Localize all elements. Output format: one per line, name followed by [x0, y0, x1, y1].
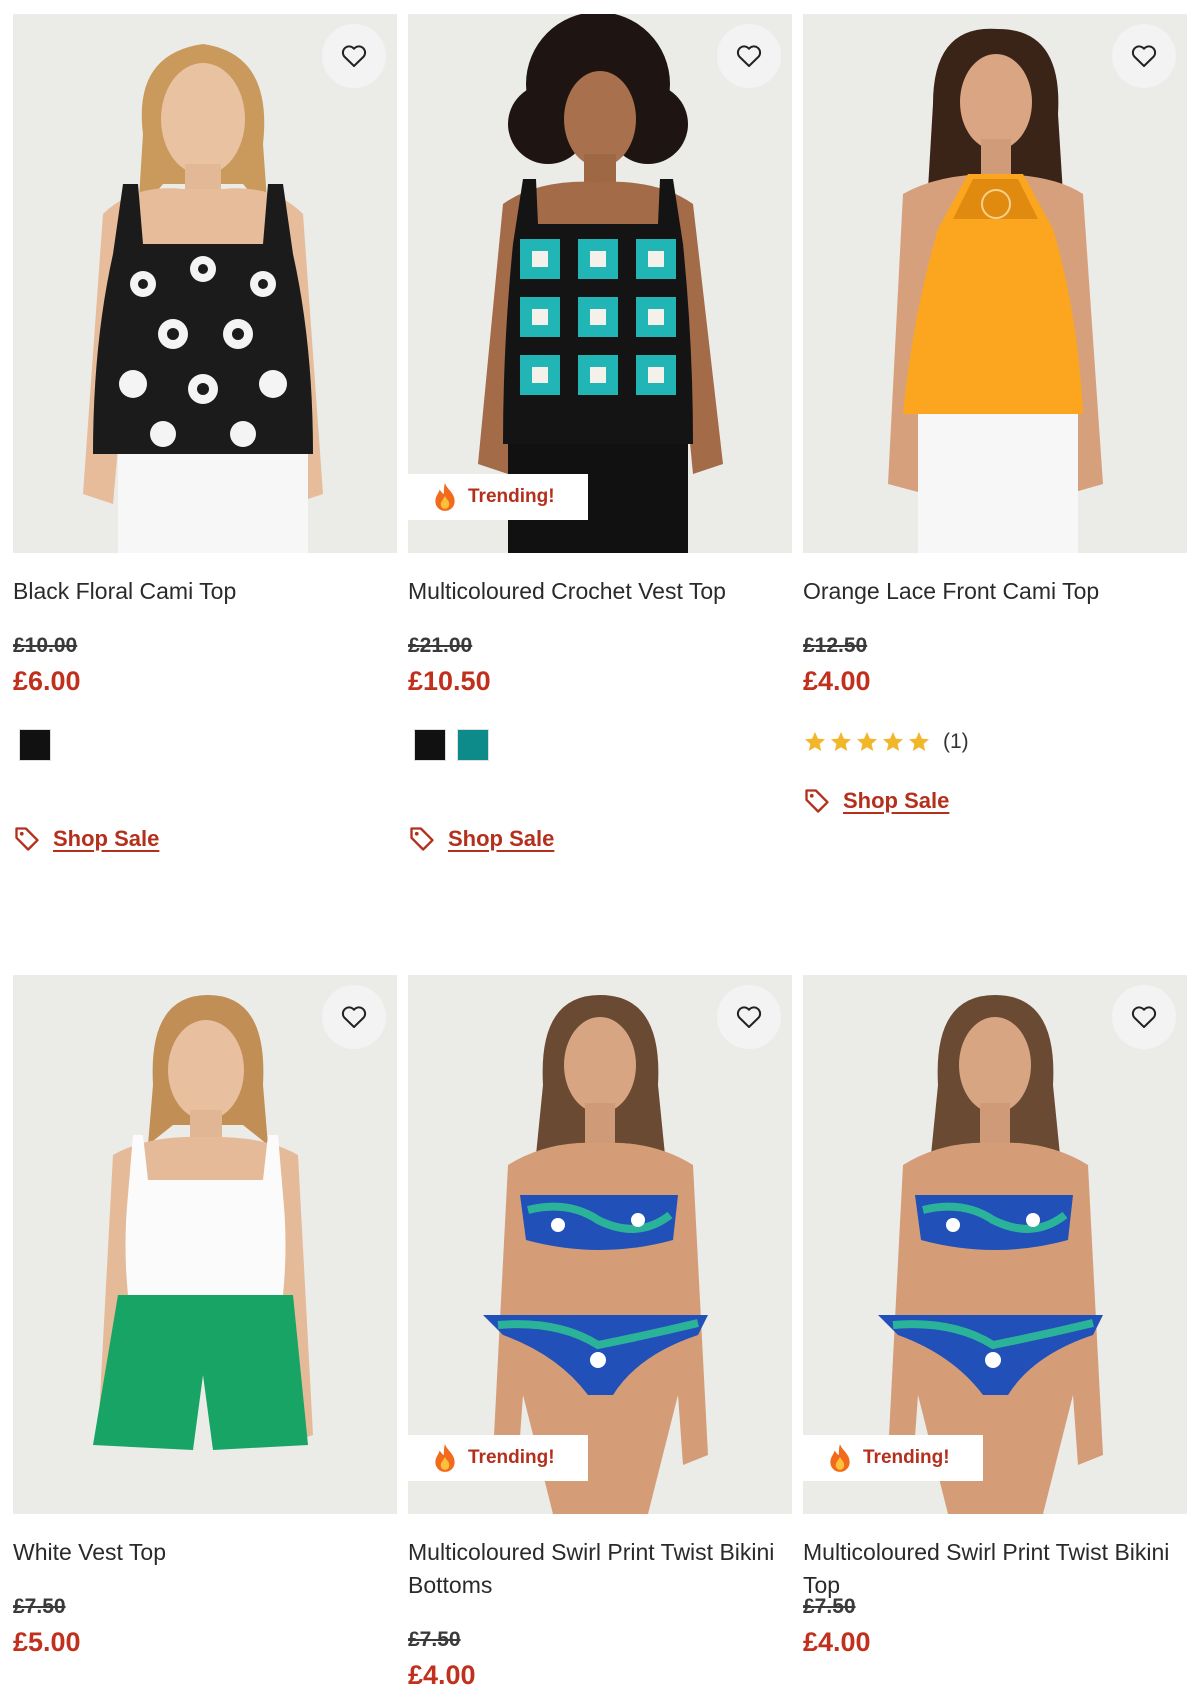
product-photo	[13, 975, 397, 1514]
swatch-black[interactable]	[19, 729, 51, 761]
product-photo	[803, 975, 1187, 1514]
heart-icon	[736, 45, 762, 67]
star-icon	[909, 732, 929, 751]
product-grid: Black Floral Cami Top £10.00 £6.00 Shop …	[0, 0, 1200, 1695]
flame-icon	[435, 1444, 455, 1472]
star-icon	[857, 732, 877, 751]
wishlist-button[interactable]	[717, 24, 781, 88]
trending-badge: Trending!	[408, 1435, 588, 1481]
product-image[interactable]	[13, 975, 397, 1514]
wishlist-button[interactable]	[1112, 24, 1176, 88]
product-card[interactable]: Trending! Multicoloured Crochet Vest Top…	[408, 14, 792, 853]
product-card[interactable]: Trending! Multicoloured Swirl Print Twis…	[408, 975, 792, 1693]
star-icon	[831, 732, 851, 751]
wishlist-button[interactable]	[717, 985, 781, 1049]
trending-badge: Trending!	[408, 474, 588, 520]
was-price: £12.50	[803, 634, 868, 657]
was-price: £7.50	[803, 1595, 856, 1618]
price-tag-icon	[410, 827, 434, 851]
was-price: £7.50	[13, 1595, 66, 1618]
shop-sale-label: Shop Sale	[448, 826, 555, 851]
star-icon	[805, 732, 825, 751]
swatch-teal[interactable]	[457, 729, 489, 761]
product-title[interactable]: Black Floral Cami Top	[13, 575, 397, 608]
wishlist-button[interactable]	[322, 24, 386, 88]
product-image[interactable]: Trending!	[408, 14, 792, 553]
star-icon	[883, 732, 903, 751]
shop-sale-label: Shop Sale	[843, 788, 950, 813]
flame-icon	[830, 1444, 850, 1472]
shop-sale-link[interactable]: Shop Sale	[803, 787, 1187, 815]
price-tag-icon	[805, 789, 829, 813]
sale-price: £10.50	[408, 666, 491, 696]
rating-count: (1)	[943, 730, 969, 753]
sale-price: £6.00	[13, 666, 81, 696]
shop-sale-link[interactable]: Shop Sale	[13, 825, 397, 853]
product-image[interactable]	[803, 14, 1187, 553]
trending-label: Trending!	[468, 1447, 555, 1468]
colour-swatches	[408, 729, 792, 761]
sale-price: £4.00	[803, 1627, 871, 1657]
product-card[interactable]: White Vest Top £7.50 £5.00	[13, 975, 397, 1660]
star-rating[interactable]: (1)	[803, 727, 1187, 757]
product-title[interactable]: White Vest Top	[13, 1536, 397, 1569]
heart-icon	[341, 45, 367, 67]
shop-sale-label: Shop Sale	[53, 826, 160, 851]
product-title[interactable]: Multicoloured Swirl Print Twist Bikini T…	[803, 1536, 1187, 1598]
flame-icon	[435, 483, 455, 511]
product-card[interactable]: Black Floral Cami Top £10.00 £6.00 Shop …	[13, 14, 397, 853]
was-price: £7.50	[408, 1628, 461, 1651]
product-card[interactable]: Trending! Multicoloured Swirl Print Twis…	[803, 975, 1187, 1660]
wishlist-button[interactable]	[1112, 985, 1176, 1049]
trending-label: Trending!	[468, 486, 555, 507]
sale-price: £5.00	[13, 1627, 81, 1657]
product-image[interactable]	[13, 14, 397, 553]
product-photo	[408, 14, 792, 553]
wishlist-button[interactable]	[322, 985, 386, 1049]
was-price: £21.00	[408, 634, 473, 657]
heart-icon	[341, 1006, 367, 1028]
product-photo	[13, 14, 397, 553]
product-title[interactable]: Multicoloured Crochet Vest Top	[408, 575, 792, 608]
product-image[interactable]: Trending!	[408, 975, 792, 1514]
product-title[interactable]: Multicoloured Swirl Print Twist Bikini B…	[408, 1536, 792, 1602]
sale-price: £4.00	[408, 1660, 476, 1690]
swatch-black[interactable]	[414, 729, 446, 761]
product-card[interactable]: Orange Lace Front Cami Top £12.50 £4.00 …	[803, 14, 1187, 815]
trending-badge: Trending!	[803, 1435, 983, 1481]
price-tag-icon	[15, 827, 39, 851]
heart-icon	[736, 1006, 762, 1028]
was-price: £10.00	[13, 634, 78, 657]
product-photo	[803, 14, 1187, 553]
heart-icon	[1131, 45, 1157, 67]
product-photo	[408, 975, 792, 1514]
product-title[interactable]: Orange Lace Front Cami Top	[803, 575, 1187, 608]
product-image[interactable]: Trending!	[803, 975, 1187, 1514]
colour-swatches	[13, 729, 397, 761]
heart-icon	[1131, 1006, 1157, 1028]
shop-sale-link[interactable]: Shop Sale	[408, 825, 792, 853]
sale-price: £4.00	[803, 666, 871, 696]
trending-label: Trending!	[863, 1447, 950, 1468]
